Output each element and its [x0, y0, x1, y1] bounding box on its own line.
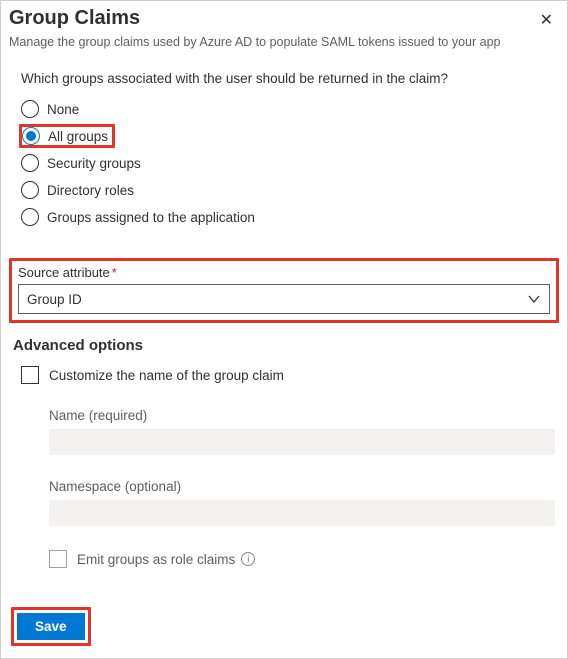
panel-title: Group Claims — [9, 7, 534, 30]
namespace-field-label: Namespace (optional) — [49, 479, 559, 494]
customize-name-checkbox[interactable] — [21, 366, 39, 384]
name-input — [49, 429, 555, 455]
emit-roles-label: Emit groups as role claims — [77, 552, 235, 567]
radio-row-security[interactable]: Security groups — [21, 150, 559, 176]
radio-assigned[interactable] — [21, 208, 39, 226]
advanced-options-heading: Advanced options — [13, 337, 559, 354]
groups-question: Which groups associated with the user sh… — [21, 71, 559, 86]
radio-security[interactable] — [21, 154, 39, 172]
panel-header: Group Claims ✕ — [9, 7, 559, 35]
info-icon[interactable]: i — [241, 552, 255, 566]
namespace-input — [49, 500, 555, 526]
namespace-field-block: Namespace (optional) — [49, 479, 559, 526]
highlight-all-groups: All groups — [19, 124, 115, 148]
name-field-block: Name (required) — [49, 408, 559, 455]
radio-row-none[interactable]: None — [21, 96, 559, 122]
emit-roles-checkbox — [49, 550, 67, 568]
name-field-label: Name (required) — [49, 408, 559, 423]
panel-subtitle: Manage the group claims used by Azure AD… — [9, 35, 559, 49]
source-attribute-label-text: Source attribute — [18, 265, 110, 280]
radio-none[interactable] — [21, 100, 39, 118]
close-button[interactable]: ✕ — [534, 7, 559, 35]
radio-row-all[interactable]: All groups — [21, 123, 559, 149]
highlight-source-attribute: Source attribute* Group ID — [9, 258, 559, 323]
customize-name-label[interactable]: Customize the name of the group claim — [49, 368, 284, 383]
source-attribute-label: Source attribute* — [18, 265, 550, 280]
radio-all[interactable] — [22, 127, 40, 145]
radio-directory-label[interactable]: Directory roles — [47, 183, 134, 198]
highlight-save: Save — [11, 607, 91, 646]
radio-row-directory[interactable]: Directory roles — [21, 177, 559, 203]
required-mark: * — [112, 265, 117, 280]
customize-name-row[interactable]: Customize the name of the group claim — [21, 366, 559, 384]
emit-roles-row: Emit groups as role claims i — [49, 550, 559, 568]
groups-radio-group: None All groups Security groups Director… — [21, 96, 559, 230]
radio-all-label[interactable]: All groups — [48, 129, 108, 144]
group-claims-panel: Group Claims ✕ Manage the group claims u… — [0, 0, 568, 659]
radio-directory[interactable] — [21, 181, 39, 199]
chevron-down-icon — [527, 292, 541, 306]
radio-row-assigned[interactable]: Groups assigned to the application — [21, 204, 559, 230]
radio-none-label[interactable]: None — [47, 102, 79, 117]
source-attribute-value: Group ID — [27, 292, 527, 307]
radio-assigned-label[interactable]: Groups assigned to the application — [47, 210, 255, 225]
save-button[interactable]: Save — [17, 613, 85, 640]
close-icon: ✕ — [540, 12, 553, 29]
radio-security-label[interactable]: Security groups — [47, 156, 141, 171]
source-attribute-dropdown[interactable]: Group ID — [18, 284, 550, 314]
